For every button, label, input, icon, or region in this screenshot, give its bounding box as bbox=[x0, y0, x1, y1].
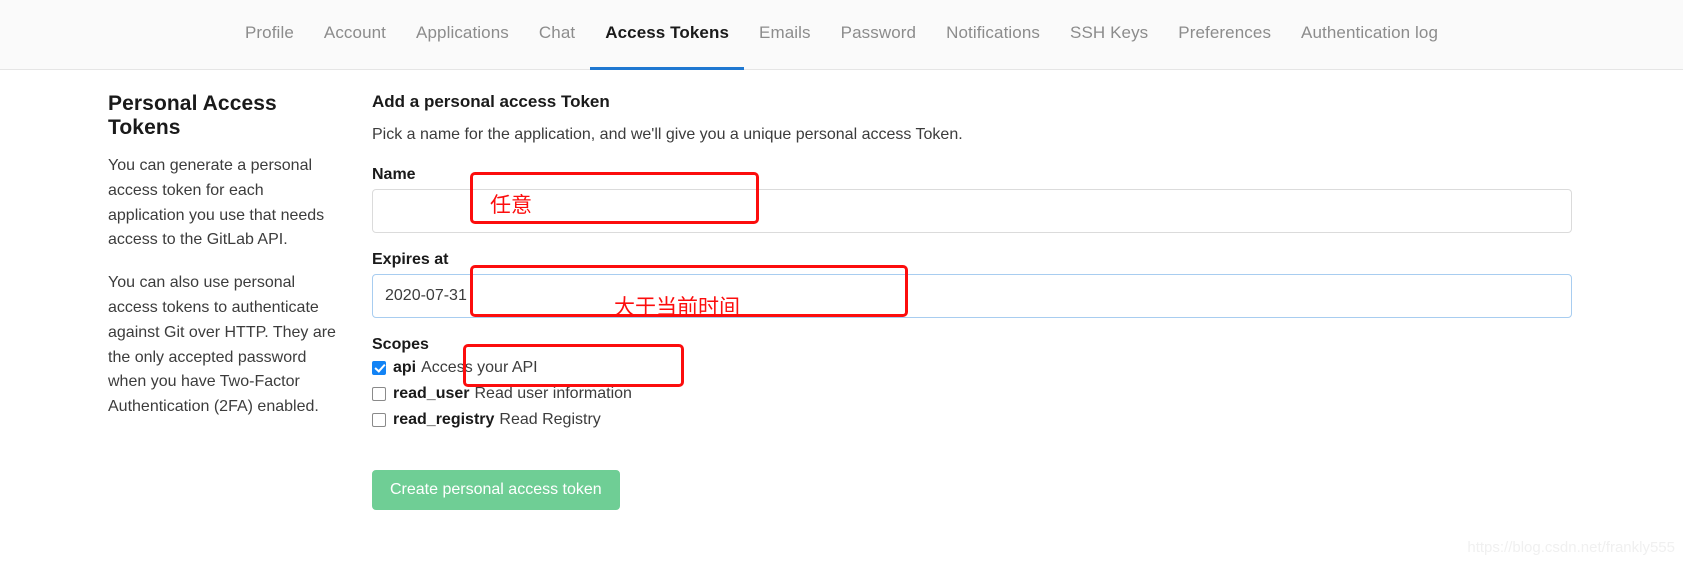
settings-nav-bar: Profile Account Applications Chat Access… bbox=[0, 0, 1683, 70]
tab-ssh-keys[interactable]: SSH Keys bbox=[1055, 0, 1163, 70]
expires-at-input[interactable] bbox=[372, 274, 1572, 318]
tab-password[interactable]: Password bbox=[826, 0, 931, 70]
scope-description-read-registry: Read Registry bbox=[499, 410, 600, 429]
token-form-panel: Add a personal access Token Pick a name … bbox=[372, 92, 1683, 510]
tab-account[interactable]: Account bbox=[309, 0, 401, 70]
form-lead-text: Pick a name for the application, and we'… bbox=[372, 126, 1680, 144]
scope-description-read-user: Read user information bbox=[475, 384, 632, 403]
scope-code-read-registry: read_registry bbox=[393, 410, 494, 429]
sidebar-paragraph-2: You can also use personal access tokens … bbox=[108, 271, 344, 420]
scopes-label: Scopes bbox=[372, 336, 1680, 354]
create-personal-access-token-button[interactable]: Create personal access token bbox=[372, 470, 620, 510]
name-label: Name bbox=[372, 166, 1680, 184]
scope-row-read-registry[interactable]: read_registry Read Registry bbox=[372, 410, 1680, 429]
tab-emails[interactable]: Emails bbox=[744, 0, 826, 70]
checkbox-read-user[interactable] bbox=[372, 387, 386, 401]
sidebar-description: Personal Access Tokens You can generate … bbox=[0, 92, 372, 510]
scope-row-api[interactable]: api Access your API bbox=[372, 358, 1680, 377]
sidebar-paragraph-1: You can generate a personal access token… bbox=[108, 154, 344, 253]
scopes-field-block: Scopes api Access your API read_user Rea… bbox=[372, 336, 1680, 430]
expires-at-field-block: Expires at bbox=[372, 251, 1680, 318]
checkbox-api[interactable] bbox=[372, 361, 386, 375]
tab-notifications[interactable]: Notifications bbox=[931, 0, 1055, 70]
scope-description-api: Access your API bbox=[421, 358, 538, 377]
tab-preferences[interactable]: Preferences bbox=[1163, 0, 1286, 70]
tab-authentication-log[interactable]: Authentication log bbox=[1286, 0, 1453, 70]
page-body: Personal Access Tokens You can generate … bbox=[0, 70, 1683, 510]
scope-row-read-user[interactable]: read_user Read user information bbox=[372, 384, 1680, 403]
page-title: Personal Access Tokens bbox=[108, 92, 344, 140]
settings-nav-list: Profile Account Applications Chat Access… bbox=[230, 0, 1453, 70]
checkbox-read-registry[interactable] bbox=[372, 413, 386, 427]
tab-access-tokens[interactable]: Access Tokens bbox=[590, 0, 744, 70]
scope-code-api: api bbox=[393, 358, 416, 377]
watermark: https://blog.csdn.net/frankly555 bbox=[1467, 539, 1675, 556]
tab-applications[interactable]: Applications bbox=[401, 0, 524, 70]
scope-code-read-user: read_user bbox=[393, 384, 470, 403]
expires-at-label: Expires at bbox=[372, 251, 1680, 269]
form-heading: Add a personal access Token bbox=[372, 92, 1680, 112]
tab-profile[interactable]: Profile bbox=[230, 0, 309, 70]
name-input[interactable] bbox=[372, 189, 1572, 233]
name-field-block: Name bbox=[372, 166, 1680, 233]
tab-chat[interactable]: Chat bbox=[524, 0, 590, 70]
